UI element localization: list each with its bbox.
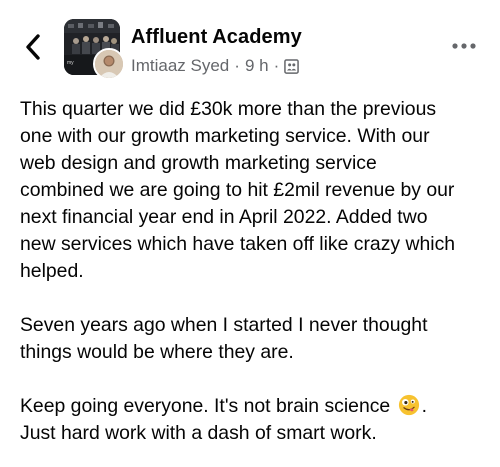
group-avatar-stack[interactable]: my — [64, 19, 125, 80]
post-text-segment: Keep going everyone. It's not brain scie… — [20, 395, 391, 417]
post-time[interactable]: 9 h — [245, 56, 269, 76]
post-meta: Imtiaaz Syed · 9 h · — [131, 55, 300, 77]
group-members-icon — [284, 58, 300, 74]
post-paragraph: Keep going everyone. It's not brain scie… — [20, 393, 488, 447]
post-paragraph: This quarter we did £30k more than the p… — [20, 98, 456, 282]
post-header: my Affluent Academy Imtiaaz Syed · 9 h · — [0, 0, 500, 90]
back-button[interactable] — [18, 30, 48, 64]
group-name-link[interactable]: Affluent Academy — [131, 26, 302, 49]
chevron-left-icon — [26, 34, 40, 60]
author-avatar[interactable] — [93, 48, 125, 80]
more-options-button[interactable] — [450, 36, 478, 56]
meta-separator: · — [234, 56, 240, 75]
more-horizontal-icon — [452, 43, 476, 49]
svg-text:my: my — [67, 60, 74, 66]
author-name-link[interactable]: Imtiaaz Syed — [131, 56, 229, 76]
meta-separator: · — [273, 56, 280, 75]
zany-face-emoji — [398, 394, 419, 416]
post-text: This quarter we did £30k more than the p… — [20, 96, 488, 447]
post-paragraph: Seven years ago when I started I never t… — [20, 314, 428, 363]
author-photo — [95, 50, 123, 78]
